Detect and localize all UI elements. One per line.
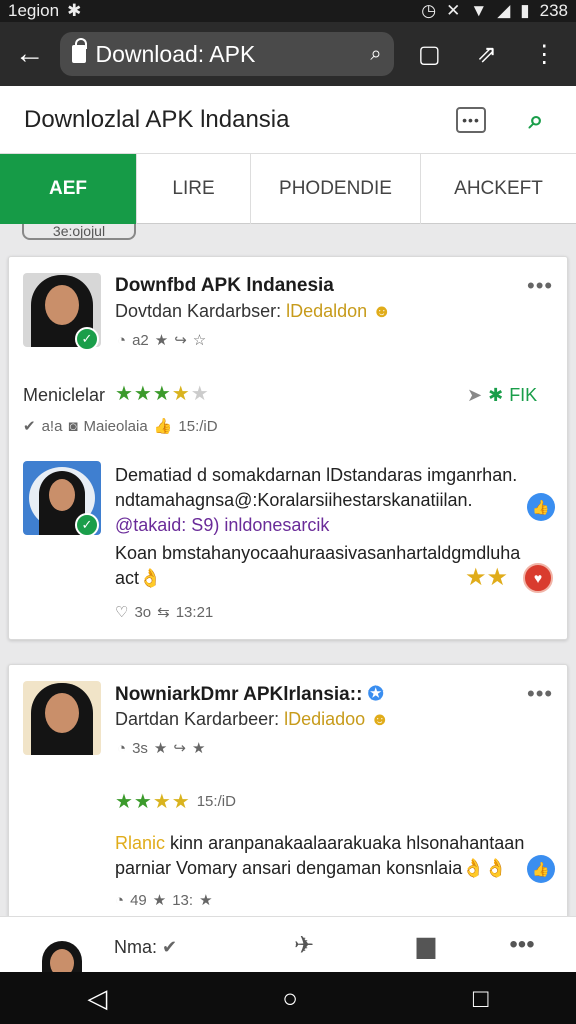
stats-row: ✔ a!a ◙ Maieolaia 👍 15:/iD <box>23 417 218 436</box>
message-icon[interactable]: ▆ <box>404 923 448 967</box>
more-icon[interactable]: ••• <box>500 923 544 967</box>
back-arrow-icon[interactable]: ← <box>10 34 50 74</box>
post-card: ✓ Downfbd APK lndanesia Dovtdan Kardarbs… <box>8 256 568 640</box>
system-nav-bar: ◁ ○ □ <box>0 972 576 1024</box>
reply-mention: @takaid: S9) inldonesarcik <box>115 515 330 535</box>
action-group[interactable]: ➤ ✱ FIK <box>467 385 537 406</box>
avatar[interactable] <box>23 681 101 755</box>
star-icon: ★ <box>154 332 169 349</box>
retweet-icon: ⇆ <box>157 604 170 621</box>
star-outline-icon: ★ <box>199 892 213 909</box>
like-icon[interactable]: 👍 <box>527 855 555 883</box>
status-bar: 1egion ✱ ◷ ✕ ▼ ◢ ▮ 238 <box>0 0 576 22</box>
chat-icon[interactable]: ••• <box>456 106 486 133</box>
star-outline-icon: ☆ <box>192 332 207 349</box>
post-author[interactable]: Downfbd APK lndanesia <box>115 275 334 297</box>
lock-icon <box>71 38 87 63</box>
alarm-icon: ◷ <box>421 1 437 20</box>
star-outline-icon: ★ <box>191 740 206 757</box>
post-meta: ◔ a2 ★ ↪ ☆ <box>117 331 207 350</box>
verified-icon: ✪ <box>367 684 384 705</box>
tab-ahckeft[interactable]: AHCKEFT <box>421 154 576 224</box>
app-header: Downlozlal APK lndansia ••• ⌕ <box>0 86 576 154</box>
clock-icon: ◔ <box>117 739 127 757</box>
wifi-icon: ▼ <box>470 1 488 20</box>
meta-count: 3s <box>132 739 148 757</box>
post-meta: ◔ 3s ★ ↪ ★ <box>117 739 206 758</box>
filter-chip[interactable]: 3e:ojojul <box>22 224 136 240</box>
arrow-icon: ↪ <box>174 332 187 349</box>
rating-stars: ★★★★★ <box>115 383 210 405</box>
reply-footer: ♡ 3o ⇆ 13:21 <box>115 603 214 622</box>
post-subtitle: Dovtdan Kardarbser: lDedaldon ☻ <box>115 301 392 321</box>
search-icon[interactable]: ⌕ <box>520 104 552 136</box>
more-options-icon[interactable]: ••• <box>527 273 553 299</box>
heart-icon: ♡ <box>115 604 129 621</box>
url-text: Download: APK <box>95 40 256 67</box>
star-icon: ★ <box>152 892 167 909</box>
notification-icon: ✱ <box>67 1 82 20</box>
page-title: Downlozlal APK lndansia <box>24 105 290 133</box>
address-bar[interactable]: Download: APK ⌕ <box>59 32 394 76</box>
stat-b: Maieolaia <box>83 417 148 435</box>
subtitle-highlight: lDedaldon <box>286 301 368 321</box>
post-author[interactable]: NowniarkDmr APKlrlansia:: ✪ <box>115 683 384 706</box>
react-button-icon[interactable]: ♥ <box>523 563 553 593</box>
post-body: Rlanic kinn aranpanakaalaarakuaka hlsona… <box>115 833 525 878</box>
star-icon: ★ <box>153 740 168 757</box>
clock: 238 <box>539 1 568 20</box>
rating-label: Meniclelar <box>23 385 106 405</box>
recents-icon[interactable]: □ <box>473 983 489 1014</box>
stat-time: 15:/iD <box>178 417 218 435</box>
plane-icon[interactable]: ✈ <box>282 923 326 967</box>
search-icon[interactable]: ⌕ <box>370 43 381 66</box>
tab-switcher-icon[interactable]: ▢ <box>408 32 451 76</box>
signal-icon: ◢ <box>497 1 511 20</box>
browser-toolbar: ← Download: APK ⌕ ▢ ⇗ ⋮ <box>0 22 576 86</box>
comment-icon: ◙ <box>68 417 78 435</box>
clock-icon: ◔ <box>115 891 125 909</box>
verified-badge-icon: ✓ <box>75 327 99 351</box>
tab-phodendie[interactable]: PHODENDIE <box>251 154 421 224</box>
profile-avatar[interactable] <box>36 939 88 973</box>
reply-arrow-icon: ➤ <box>467 385 483 405</box>
arrow-icon: ↪ <box>173 740 186 757</box>
like-icon: 👍 <box>153 418 173 435</box>
share-icon[interactable]: ⇗ <box>465 32 508 76</box>
check-circle-icon: ✔ <box>162 937 178 957</box>
rating-stars: ★★★★ 15:/iD <box>115 791 236 813</box>
check-icon: ✔ <box>23 418 36 435</box>
stat-a: a!a <box>41 417 63 435</box>
tab-lire[interactable]: LIRE <box>137 154 251 224</box>
bottom-nav: Nma: ✔ ✈ ▆ ••• <box>0 916 576 973</box>
action-text: FIK <box>509 385 538 405</box>
verified-badge-icon: ✓ <box>75 513 99 537</box>
subtitle-highlight: lDediadoo <box>284 709 366 729</box>
tab-aef[interactable]: AEF <box>0 154 137 224</box>
rating-time: 15:/iD <box>196 793 236 810</box>
plus-icon: ✱ <box>488 385 504 405</box>
post-footer: ◔ 49 ★ 13: ★ <box>115 891 213 910</box>
like-icon[interactable]: 👍 <box>527 493 555 521</box>
post-subtitle: Dartdan Kardarbeer: lDediadoo ☻ <box>115 709 390 729</box>
clock-icon: ◔ <box>117 331 127 349</box>
carrier-label: 1egion <box>8 1 60 20</box>
gold-stars: ★★ <box>465 564 509 591</box>
more-menu-icon[interactable]: ⋮ <box>523 32 566 76</box>
bluetooth-icon: ✕ <box>446 1 461 20</box>
tab-bar: AEF LIRE PHODENDIE AHCKEFT <box>0 154 576 224</box>
reply-text: Dematiad d somakdarnan lDstandaras imgan… <box>115 463 545 538</box>
more-options-icon[interactable]: ••• <box>527 681 553 707</box>
battery-icon: ▮ <box>520 1 530 20</box>
home-icon[interactable]: ○ <box>282 983 298 1014</box>
post-card: NowniarkDmr APKlrlansia:: ✪ Dartdan Kard… <box>8 664 568 924</box>
profile-name: Nma: ✔ <box>114 937 178 957</box>
back-icon[interactable]: ◁ <box>87 983 107 1014</box>
meta-count: a2 <box>132 331 149 349</box>
